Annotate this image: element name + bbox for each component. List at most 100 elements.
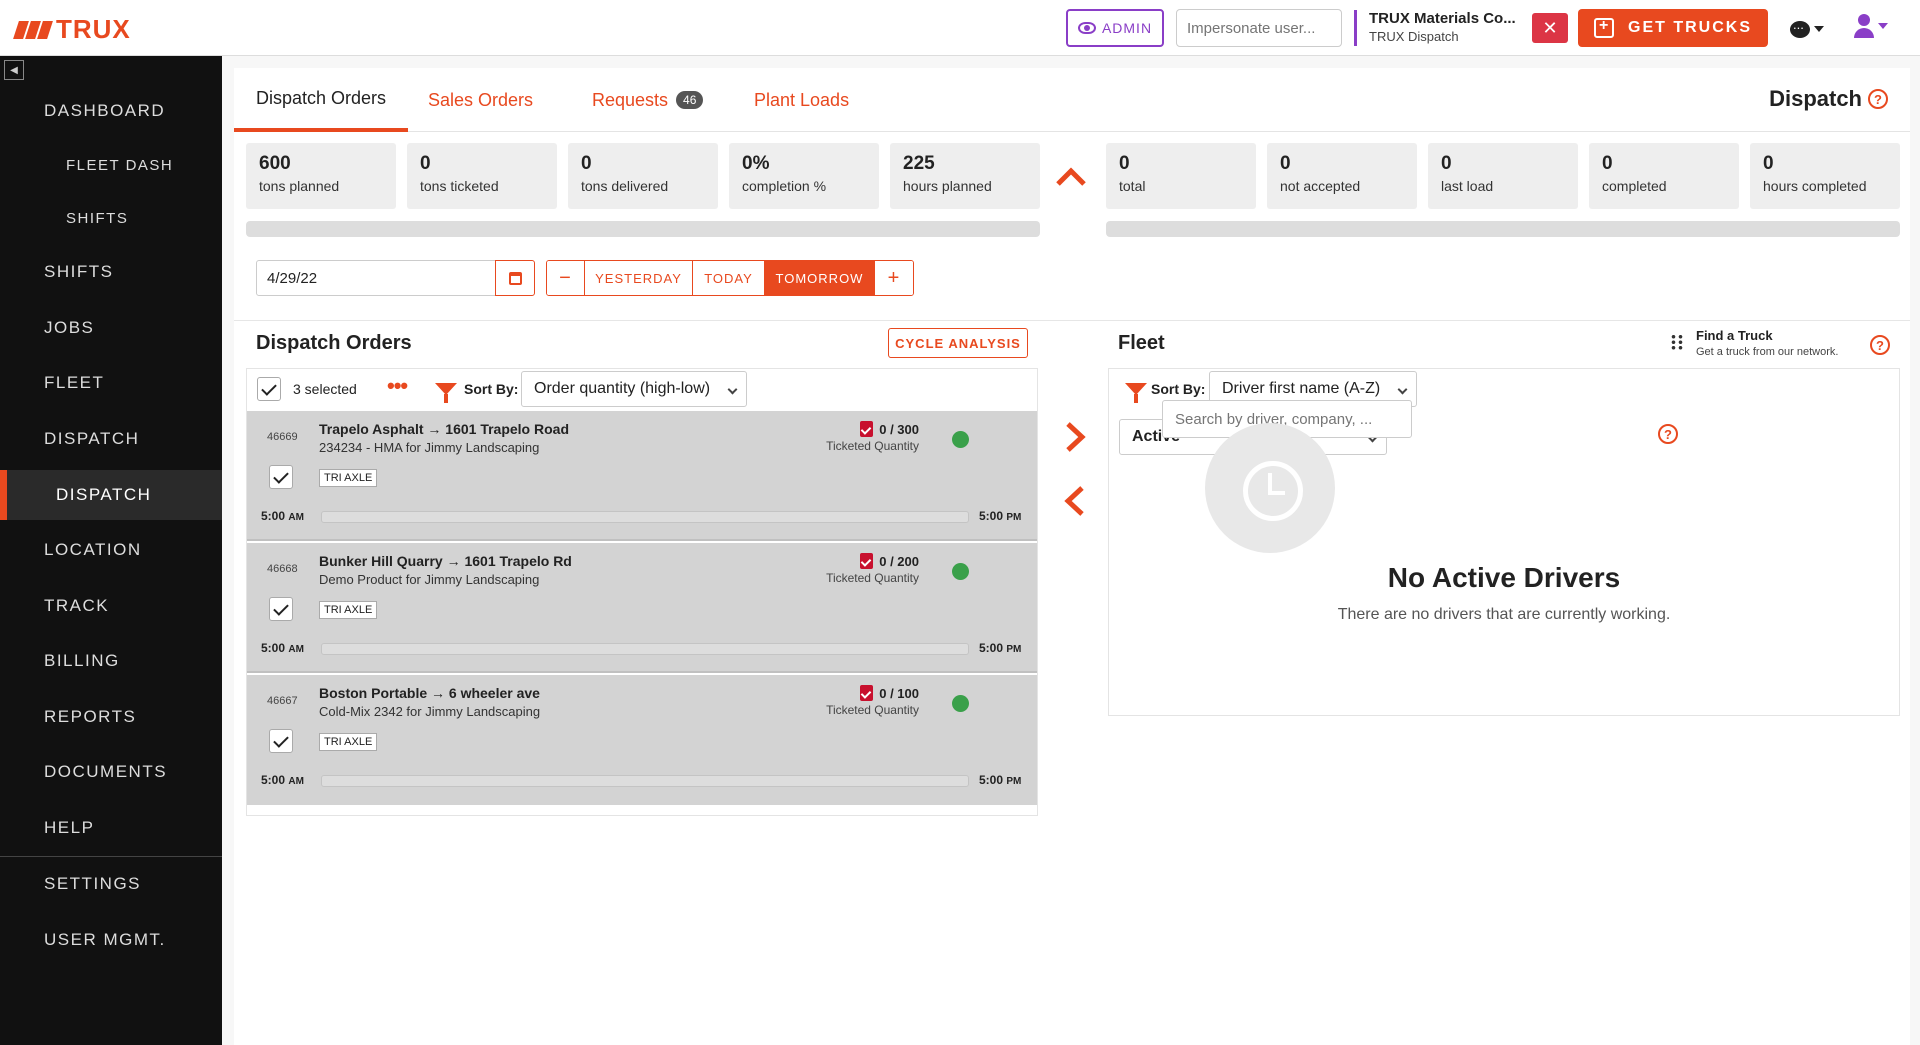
tab-requests[interactable]: Requests 46 [570,68,725,132]
tab-plant-loads[interactable]: Plant Loads [732,68,871,132]
collapse-stats-chevron-up-icon[interactable] [1054,160,1088,194]
quantity-label: Ticketed Quantity [826,439,919,453]
search-help-icon[interactable]: ? [1658,424,1678,444]
start-time: 5:00 AM [261,509,304,523]
order-card[interactable]: 46669 Trapelo Asphalt → 1601 Trapelo Roa… [247,411,1037,541]
company-selector[interactable]: TRUX Materials Co... TRUX Dispatch [1354,10,1516,46]
more-options-icon[interactable]: ••• [387,375,408,397]
page-title: Dispatch ? [1769,86,1888,112]
sidebar-item-jobs[interactable]: JOBS [0,303,222,353]
unassign-left-arrow-icon[interactable] [1060,484,1090,518]
orders-sort-select[interactable]: Order quantity (high-low) [521,371,747,407]
tab-dispatch-orders[interactable]: Dispatch Orders [234,68,409,132]
next-day-button[interactable]: + [875,261,913,295]
user-icon [1854,14,1874,38]
yesterday-button[interactable]: YESTERDAY [585,261,693,295]
chat-menu[interactable] [1790,17,1828,41]
get-trucks-button[interactable]: GET TRUCKS [1578,9,1768,47]
sidebar-item-settings[interactable]: SETTINGS [0,859,222,909]
status-dot [952,563,969,580]
stat-label: completion % [742,178,827,194]
sidebar-item-reports[interactable]: REPORTS [0,692,222,742]
main-content: Dispatch Orders Sales Orders Requests 46… [234,68,1910,1045]
sidebar-item-help[interactable]: HELP [0,803,222,853]
sidebar-item-track[interactable]: TRACK [0,581,222,631]
sidebar-item-billing[interactable]: BILLING [0,636,222,686]
order-description: Demo Product for Jimmy Landscaping [319,572,540,587]
sidebar-item-fleet-dash[interactable]: FLEET DASH [0,140,222,190]
sidebar-item-documents[interactable]: DOCUMENTS [0,747,222,797]
stat-value: 0 [581,153,592,174]
order-checkbox[interactable] [269,465,293,489]
order-card[interactable]: 46667 Boston Portable → 6 wheeler ave Co… [247,675,1037,805]
stat-value: 0 [1280,153,1291,174]
sidebar-item-dispatch-group[interactable]: DISPATCH [0,414,222,464]
collapse-sidebar-icon[interactable]: ◀ [4,60,24,80]
section-divider [234,320,1910,321]
order-id: 46667 [267,695,298,707]
chevron-down-icon [727,384,738,395]
select-all-checkbox[interactable] [257,377,281,401]
help-icon[interactable]: ? [1868,89,1888,109]
order-route: Bunker Hill Quarry → 1601 Trapelo Rd [319,553,572,569]
status-dot [952,695,969,712]
order-route: Boston Portable → 6 wheeler ave [319,685,540,701]
today-button[interactable]: TODAY [693,261,765,295]
user-menu[interactable] [1854,14,1888,38]
clipboard-check-icon [860,421,874,437]
chevron-down-icon [1814,26,1824,32]
clipboard-check-icon [860,553,874,569]
find-a-truck-link[interactable]: Find a Truck Get a truck from our networ… [1670,328,1860,364]
order-checkbox[interactable] [269,729,293,753]
page-title-text: Dispatch [1769,86,1862,111]
sidebar-divider [0,856,222,857]
find-truck-title: Find a Truck [1696,328,1773,343]
close-company-button[interactable]: ✕ [1532,13,1568,43]
date-input[interactable] [256,260,496,296]
quantity-value: 0 / 300 [879,421,919,437]
truck-type-tag: TRI AXLE [319,469,378,487]
sidebar-item-user-mgmt[interactable]: USER MGMT. [0,915,222,965]
start-time: 5:00 AM [261,641,304,655]
fleet-sort-value: Driver first name (A-Z) [1222,380,1381,397]
sidebar-item-dispatch[interactable]: DISPATCH [0,470,222,520]
previous-day-button[interactable]: − [547,261,585,295]
logo-mark-icon [13,20,53,39]
sidebar-item-shifts[interactable]: SHIFTS [0,247,222,297]
order-card[interactable]: 46668 Bunker Hill Quarry → 1601 Trapelo … [247,543,1037,673]
assign-right-arrow-icon[interactable] [1060,420,1090,454]
sidebar-item-fleet[interactable]: FLEET [0,358,222,408]
order-checkbox[interactable] [269,597,293,621]
sidebar-item-dashboard[interactable]: DASHBOARD [0,86,222,136]
status-dot [952,431,969,448]
fleet-help-icon[interactable]: ? [1870,335,1890,355]
fleet-title: Fleet [1118,332,1165,354]
stat-value: 0 [1763,153,1774,174]
calendar-button[interactable] [495,260,535,296]
stat-completion: 0% completion % [729,143,879,209]
fleet-sort-label: Sort By: [1151,381,1206,397]
filter-icon[interactable] [435,383,457,403]
stat-hours-completed: 0 hours completed [1750,143,1900,209]
tab-requests-label: Requests [592,89,669,110]
stat-label: not accepted [1280,178,1361,194]
trux-logo[interactable]: TRUX [13,14,131,45]
stat-label: hours completed [1763,178,1867,194]
admin-button[interactable]: ADMIN [1066,9,1164,47]
tab-sales-orders[interactable]: Sales Orders [406,68,555,132]
fleet-filter-icon[interactable] [1125,383,1147,403]
order-id: 46669 [267,431,298,443]
company-subtitle: TRUX Dispatch [1369,29,1459,44]
stat-value: 0% [742,153,770,174]
sidebar-item-shifts-sub[interactable]: SHIFTS [0,193,222,243]
truck-type-tag: TRI AXLE [319,733,378,751]
ticketed-quantity: 0 / 200 Ticketed Quantity [807,553,919,585]
tomorrow-button[interactable]: TOMORROW [765,261,875,295]
sidebar-item-location[interactable]: LOCATION [0,525,222,575]
impersonate-user-input[interactable] [1176,9,1342,47]
truck-type-tag: TRI AXLE [319,601,378,619]
stat-completed: 0 completed [1589,143,1739,209]
quantity-value: 0 / 200 [879,553,919,569]
stat-value: 225 [903,153,935,174]
cycle-analysis-button[interactable]: CYCLE ANALYSIS [888,328,1028,358]
